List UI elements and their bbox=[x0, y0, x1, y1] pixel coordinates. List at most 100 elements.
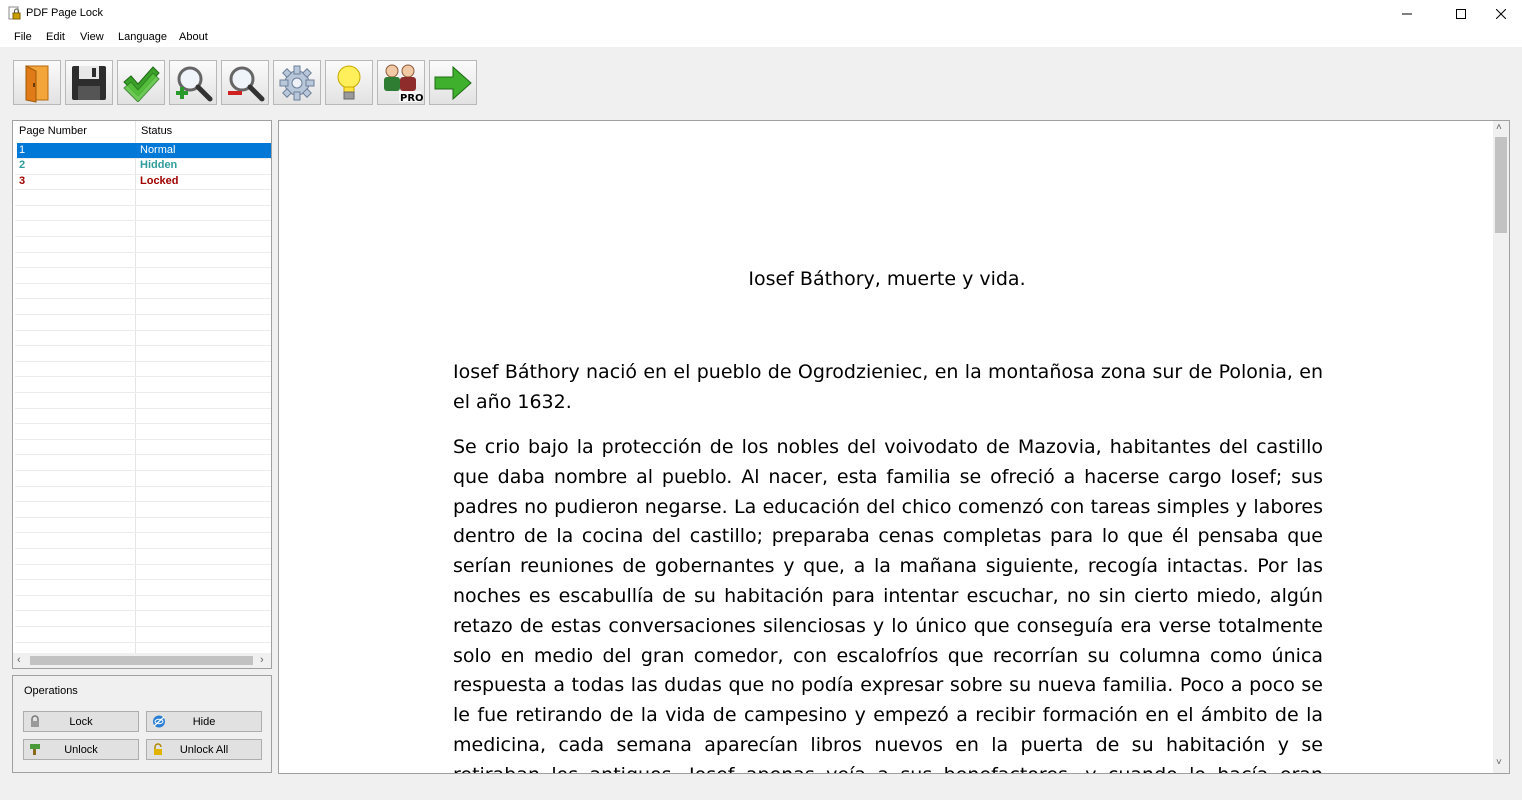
row-grid-line bbox=[15, 345, 271, 346]
open-button[interactable] bbox=[13, 60, 61, 105]
zoom-in-icon bbox=[176, 66, 213, 101]
zoom-out-button[interactable] bbox=[221, 60, 269, 105]
save-button[interactable] bbox=[65, 60, 113, 105]
scroll-left-icon[interactable]: ‹ bbox=[17, 654, 21, 666]
vertical-scrollbar[interactable]: ˄ ˅ bbox=[1493, 121, 1509, 773]
column-separator bbox=[135, 121, 136, 653]
hide-label: Hide bbox=[192, 716, 216, 728]
zoom-out-icon bbox=[228, 66, 265, 101]
page-list[interactable]: Page Number Status 1 Normal 2 Hidden 3 L… bbox=[12, 120, 272, 669]
row-grid-line bbox=[15, 517, 271, 518]
menu-about[interactable]: About bbox=[179, 31, 208, 43]
row-grid-line bbox=[15, 298, 271, 299]
window-title: PDF Page Lock bbox=[26, 7, 104, 19]
document-viewer[interactable]: Iosef Báthory, muerte y vida. Iosef Báth… bbox=[278, 120, 1510, 774]
row-grid-line bbox=[15, 564, 271, 565]
row-grid-line bbox=[15, 158, 271, 159]
row-grid-line bbox=[15, 330, 271, 331]
menu-view[interactable]: View bbox=[80, 31, 104, 43]
row-grid-line bbox=[15, 236, 271, 237]
column-header-page-number[interactable]: Page Number bbox=[19, 125, 87, 137]
row-grid-line bbox=[15, 283, 271, 284]
row-grid-line bbox=[15, 376, 271, 377]
menu-language[interactable]: Language bbox=[118, 31, 167, 43]
row-grid-line bbox=[15, 423, 271, 424]
zoom-in-button[interactable] bbox=[169, 60, 217, 105]
document-paragraph: Se crio bajo la protección de los nobles… bbox=[453, 436, 1323, 773]
save-icon bbox=[72, 65, 106, 100]
scroll-thumb[interactable] bbox=[1495, 137, 1507, 233]
minimize-icon bbox=[1402, 13, 1412, 14]
apply-button[interactable] bbox=[117, 60, 165, 105]
minimize-button[interactable] bbox=[1384, 0, 1430, 27]
row-grid-line bbox=[15, 486, 271, 487]
column-header-status[interactable]: Status bbox=[141, 125, 172, 137]
unlock-all-button[interactable]: Unlock All bbox=[146, 739, 262, 760]
next-arrow-icon bbox=[434, 65, 472, 100]
lock-button[interactable]: Lock bbox=[23, 711, 139, 732]
row-grid-line bbox=[15, 501, 271, 502]
next-button[interactable] bbox=[429, 60, 477, 105]
hide-button[interactable]: Hide bbox=[146, 711, 262, 732]
page-number: 2 bbox=[19, 159, 26, 171]
operations-group: Operations Lock Hide Unlock Unlock All bbox=[12, 675, 272, 773]
page-row[interactable]: 2 Hidden bbox=[17, 158, 271, 173]
close-button[interactable] bbox=[1478, 0, 1522, 27]
page-status: Locked bbox=[140, 175, 179, 187]
row-grid-line bbox=[15, 189, 271, 190]
row-grid-line bbox=[15, 174, 271, 175]
open-icon bbox=[25, 64, 49, 103]
row-grid-line bbox=[15, 454, 271, 455]
row-grid-line bbox=[15, 361, 271, 362]
maximize-icon bbox=[1456, 8, 1466, 19]
scroll-thumb[interactable] bbox=[30, 656, 253, 665]
row-grid-line bbox=[15, 579, 271, 580]
settings-button[interactable] bbox=[273, 60, 321, 105]
page-number: 3 bbox=[19, 175, 26, 187]
row-grid-line bbox=[15, 470, 271, 471]
menu-bar: File Edit View Language About bbox=[0, 27, 1522, 47]
scroll-down-icon[interactable]: ˅ bbox=[1496, 757, 1502, 768]
toolbar: PRO bbox=[0, 47, 1522, 113]
row-grid-line bbox=[15, 548, 271, 549]
row-grid-line bbox=[15, 314, 271, 315]
page-number: 1 bbox=[19, 144, 26, 156]
row-grid-line bbox=[15, 252, 271, 253]
row-grid-line bbox=[15, 408, 271, 409]
row-grid-line bbox=[15, 392, 271, 393]
row-grid-line bbox=[15, 626, 271, 627]
row-grid-line bbox=[15, 267, 271, 268]
tips-button[interactable] bbox=[325, 60, 373, 105]
horizontal-scrollbar[interactable]: ‹ › bbox=[13, 653, 271, 668]
row-grid-line bbox=[15, 610, 271, 611]
close-icon bbox=[1496, 8, 1506, 19]
page-row[interactable]: 3 Locked bbox=[17, 174, 271, 189]
lock-label: Lock bbox=[69, 716, 93, 728]
document-paragraph: Iosef Báthory nació en el pueblo de Ogro… bbox=[453, 361, 1323, 413]
unlock-label: Unlock bbox=[64, 744, 98, 756]
scroll-up-icon[interactable]: ˄ bbox=[1496, 122, 1502, 133]
row-grid-line bbox=[15, 532, 271, 533]
operations-title: Operations bbox=[24, 685, 78, 697]
menu-edit[interactable]: Edit bbox=[46, 31, 65, 43]
pro-users-icon: PRO bbox=[384, 64, 423, 104]
pro-badge: PRO bbox=[400, 93, 423, 104]
tips-bulb-icon bbox=[337, 65, 361, 99]
row-grid-line bbox=[15, 220, 271, 221]
row-grid-line bbox=[15, 205, 271, 206]
row-grid-line bbox=[15, 439, 271, 440]
pro-button[interactable]: PRO bbox=[377, 60, 425, 105]
menu-file[interactable]: File bbox=[14, 31, 32, 43]
apply-checkmark-icon bbox=[123, 65, 160, 102]
row-grid-line bbox=[15, 595, 271, 596]
row-grid-line bbox=[15, 642, 271, 643]
app-lock-icon bbox=[8, 6, 21, 20]
unlock-button[interactable]: Unlock bbox=[23, 739, 139, 760]
document-title: Iosef Báthory, muerte y vida. bbox=[748, 268, 1026, 290]
page-status: Normal bbox=[140, 144, 176, 156]
settings-gear-icon bbox=[279, 65, 315, 100]
page-status: Hidden bbox=[140, 159, 178, 171]
title-bar: PDF Page Lock bbox=[0, 0, 1522, 27]
scroll-right-icon[interactable]: › bbox=[260, 654, 264, 666]
page-row[interactable]: 1 Normal bbox=[17, 143, 271, 158]
